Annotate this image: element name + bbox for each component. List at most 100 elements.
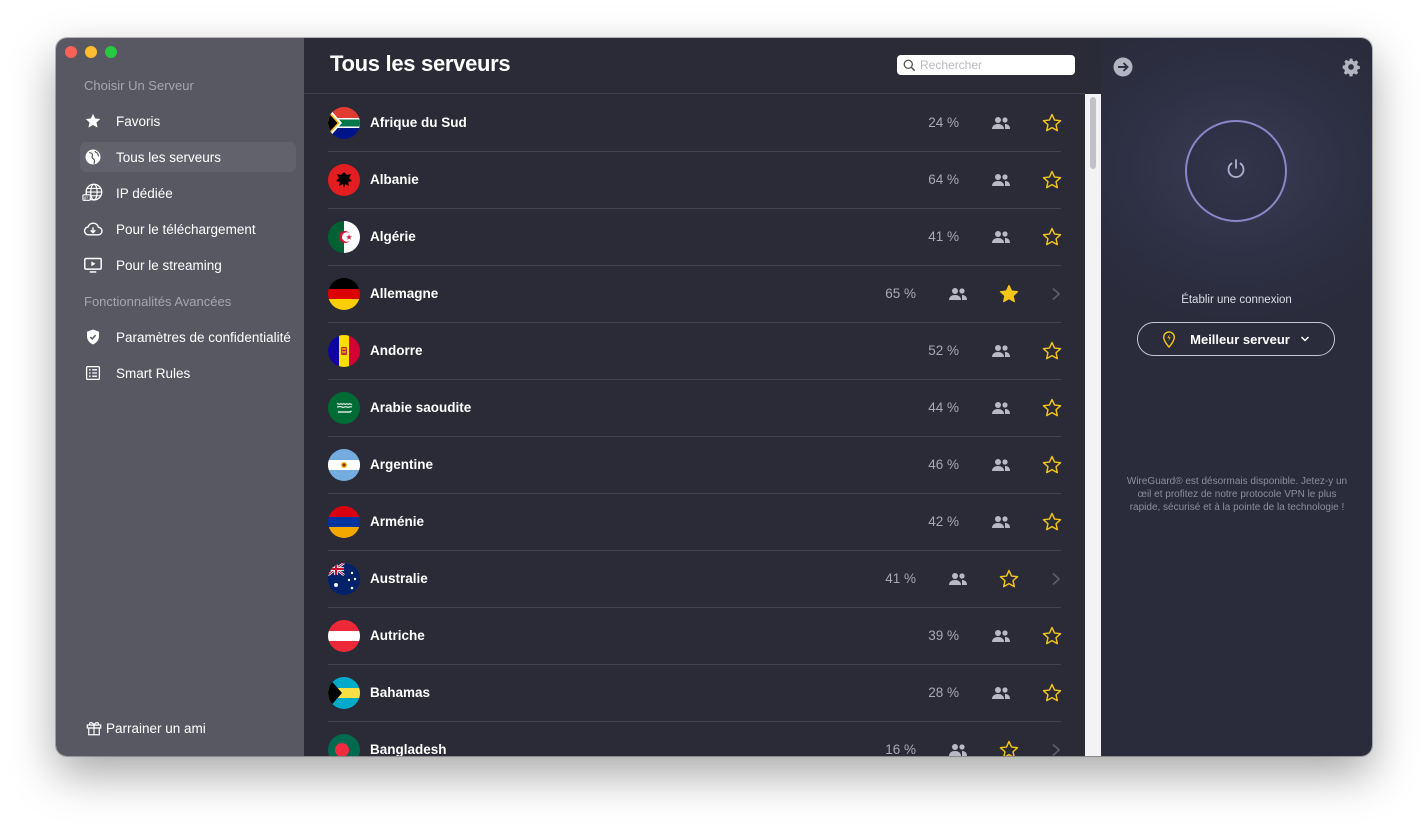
connect-status-label: Établir une connexion: [1181, 294, 1292, 306]
users-icon: [991, 173, 1011, 187]
users-icon: [991, 230, 1011, 244]
search-icon: [903, 59, 916, 72]
server-row[interactable]: Andorre 52 %: [328, 322, 1063, 380]
country-name: Argentine: [370, 457, 434, 472]
refer-a-friend-button[interactable]: Parrainer un ami: [84, 718, 206, 738]
flag-australia-icon: [328, 562, 360, 595]
globe-icon: [82, 146, 104, 168]
dedicated-ip-globe-icon: IP: [82, 182, 104, 204]
server-row[interactable]: Afrique du Sud 24 %: [328, 94, 1063, 152]
sidebar-item-download[interactable]: Pour le téléchargement: [80, 214, 296, 244]
minimize-window-button[interactable]: [85, 46, 97, 58]
flag-albania-icon: [328, 163, 360, 196]
best-server-dropdown[interactable]: Meilleur serveur: [1137, 322, 1335, 356]
location-pin-icon: [1162, 330, 1176, 348]
connection-panel: Établir une connexion Meilleur serveur W…: [1101, 38, 1372, 756]
chevron-right-icon[interactable]: [1051, 287, 1061, 301]
flag-armenia-icon: [328, 505, 360, 538]
server-load: 46 %: [928, 457, 959, 472]
shield-check-icon: [82, 326, 104, 348]
sidebar-item-label: Smart Rules: [116, 365, 191, 381]
close-window-button[interactable]: [65, 46, 77, 58]
sidebar-item-label: Favoris: [116, 113, 161, 129]
favorite-star-icon[interactable]: [998, 739, 1020, 756]
users-icon: [991, 116, 1011, 130]
server-row[interactable]: Bangladesh 16 %: [328, 721, 1061, 756]
gift-icon: [84, 718, 104, 738]
sidebar-item-streaming[interactable]: Pour le streaming: [80, 250, 296, 280]
favorite-star-icon[interactable]: [1041, 112, 1063, 134]
list-scrollbar[interactable]: [1085, 94, 1101, 756]
flag-saudi-arabia-icon: [328, 391, 360, 424]
users-icon: [991, 344, 1011, 358]
server-row[interactable]: Arménie 42 %: [328, 493, 1063, 551]
country-name: Afrique du Sud: [370, 115, 467, 130]
flag-germany-icon: [328, 277, 360, 310]
flag-algeria-icon: [328, 220, 360, 253]
country-name: Albanie: [370, 172, 419, 187]
zoom-window-button[interactable]: [105, 46, 117, 58]
sidebar-item-smart-rules[interactable]: Smart Rules: [80, 358, 296, 388]
connect-power-button[interactable]: [1185, 120, 1287, 222]
rules-list-icon: [82, 362, 104, 384]
users-icon: [948, 287, 968, 301]
users-icon: [991, 401, 1011, 415]
server-load: 42 %: [928, 514, 959, 529]
server-row[interactable]: Bahamas 28 %: [328, 664, 1063, 722]
window-controls: [65, 46, 117, 58]
users-icon: [991, 629, 1011, 643]
users-icon: [948, 743, 968, 757]
chevron-right-icon[interactable]: [1051, 572, 1061, 586]
server-row[interactable]: Autriche 39 %: [328, 607, 1063, 665]
app-window: Choisir Un Serveur Favoris Tous les serv…: [56, 38, 1372, 756]
favorite-star-icon[interactable]: [1041, 226, 1063, 248]
users-icon: [991, 458, 1011, 472]
favorite-star-icon[interactable]: [1041, 169, 1063, 191]
favorite-star-icon[interactable]: [1041, 454, 1063, 476]
arrow-right-circle-icon[interactable]: [1113, 57, 1133, 77]
sidebar-item-privacy-settings[interactable]: Paramètres de confidentialité: [80, 322, 296, 352]
favorite-star-icon[interactable]: [1041, 511, 1063, 533]
sidebar-item-dedicated-ip[interactable]: IP IP dédiée: [80, 178, 296, 208]
server-load: 39 %: [928, 628, 959, 643]
server-row[interactable]: Albanie 64 %: [328, 151, 1063, 209]
server-load: 16 %: [885, 742, 916, 756]
section-label-choose-server: Choisir Un Serveur: [84, 78, 194, 93]
scrollbar-thumb[interactable]: [1090, 97, 1096, 169]
sidebar-item-label: Pour le téléchargement: [116, 221, 256, 237]
sidebar-item-all-servers[interactable]: Tous les serveurs: [80, 142, 296, 172]
search-box[interactable]: [897, 55, 1075, 75]
country-name: Autriche: [370, 628, 425, 643]
chevron-right-icon[interactable]: [1051, 743, 1061, 757]
cloud-download-icon: [82, 218, 104, 240]
search-input[interactable]: [916, 58, 1060, 72]
users-icon: [991, 515, 1011, 529]
power-icon: [1224, 157, 1248, 186]
chevron-down-icon: [1300, 335, 1310, 343]
country-name: Arménie: [370, 514, 425, 529]
server-row[interactable]: Arabie saoudite 44 %: [328, 379, 1063, 437]
server-row[interactable]: Australie 41 %: [328, 550, 1061, 608]
server-row[interactable]: Algérie 41 %: [328, 208, 1063, 266]
favorite-star-icon[interactable]: [1041, 682, 1063, 704]
flag-andorra-icon: [328, 334, 360, 367]
server-row[interactable]: Allemagne 65 %: [328, 265, 1061, 323]
section-label-advanced: Fonctionnalités Avancées: [84, 294, 232, 309]
sidebar-item-favorites[interactable]: Favoris: [80, 106, 296, 136]
favorite-star-icon[interactable]: [1041, 397, 1063, 419]
server-load: 64 %: [928, 172, 959, 187]
country-name: Allemagne: [370, 286, 439, 301]
best-server-label: Meilleur serveur: [1190, 331, 1290, 347]
favorite-star-icon[interactable]: [1041, 340, 1063, 362]
server-row[interactable]: Argentine 46 %: [328, 436, 1063, 494]
svg-text:IP: IP: [84, 195, 88, 200]
favorite-star-icon[interactable]: [1041, 625, 1063, 647]
server-list: Afrique du Sud 24 % Albanie 64 % Algérie…: [304, 94, 1085, 756]
gear-icon[interactable]: [1341, 57, 1361, 77]
server-load: 24 %: [928, 115, 959, 130]
sidebar-item-label: Pour le streaming: [116, 257, 222, 273]
favorite-star-icon[interactable]: [998, 568, 1020, 590]
favorite-star-filled-icon[interactable]: [998, 283, 1020, 305]
sidebar: Choisir Un Serveur Favoris Tous les serv…: [56, 38, 304, 756]
flag-argentina-icon: [328, 448, 360, 481]
